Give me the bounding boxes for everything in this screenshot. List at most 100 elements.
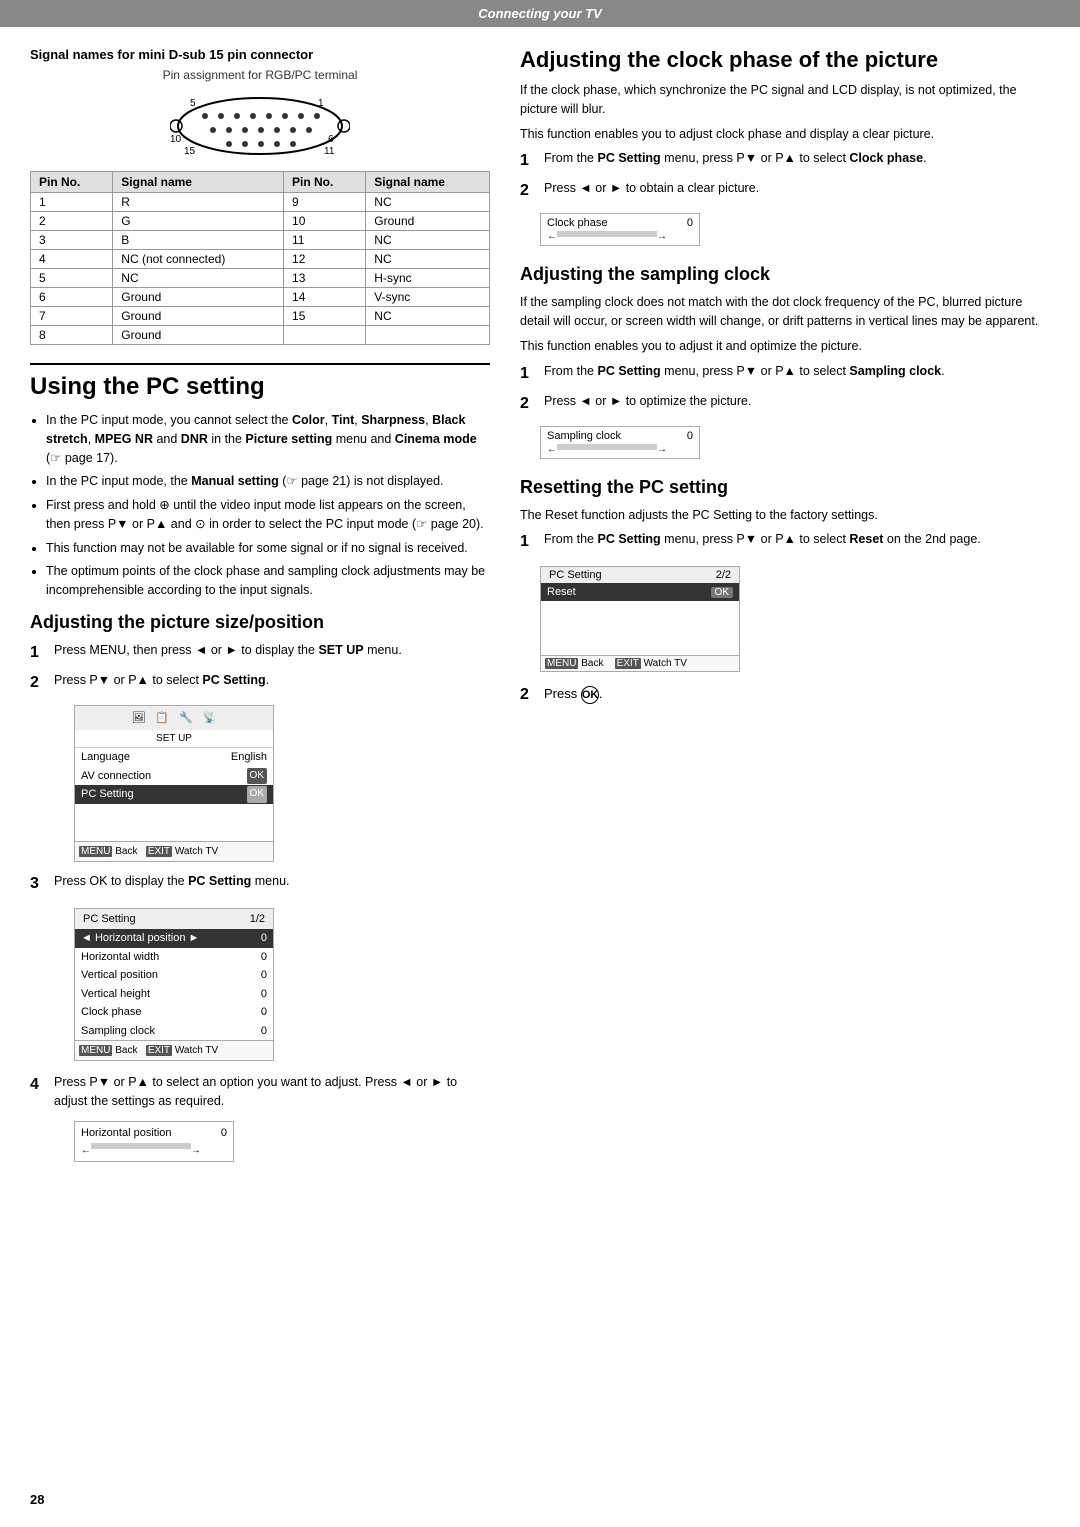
pin-assignment-label: Pin assignment for RGB/PC terminal [30, 68, 490, 82]
header-bar: Connecting your TV [0, 0, 1080, 27]
clock-phase-body2: This function enables you to adjust cloc… [520, 125, 1050, 144]
pc-setting-screen: PC Setting1/2 ◄ Horizontal position ►0 H… [74, 908, 274, 1062]
reset-screen-empty3 [541, 637, 739, 655]
page: Connecting your TV Signal names for mini… [0, 0, 1080, 1527]
step-text: From the PC Setting menu, press P▼ or P▲… [544, 530, 981, 554]
pin-table-cell: Ground [113, 288, 284, 307]
pin-table: Pin No. Signal name Pin No. Signal name … [30, 171, 490, 345]
sampling-clock-bar-label: Sampling clock 0 [547, 430, 693, 442]
setup-icon-row: 🖼 📋 🔧 📡 [75, 706, 273, 731]
pin-table-cell: 10 [284, 212, 366, 231]
pc-setting-screen-container: PC Setting1/2 ◄ Horizontal position ►0 H… [54, 902, 490, 1068]
pc-row-vheight: Vertical height0 [75, 985, 273, 1004]
reset-screen-title: PC Setting [549, 569, 602, 581]
pin-table-cell: NC [366, 193, 490, 212]
pin-table-cell: 5 [31, 269, 113, 288]
reset-screen-empty1 [541, 601, 739, 619]
pin-table-cell: NC [366, 231, 490, 250]
reset-pc-screen: PC Setting 2/2 Reset OK MENU Back EXIT W… [540, 566, 740, 672]
sampling-clock-body1: If the sampling clock does not match wit… [520, 293, 1050, 331]
pc-row-clock: Clock phase0 [75, 1003, 273, 1022]
pc-row-vpos: Vertical position0 [75, 966, 273, 985]
adjust-picture-heading: Adjusting the picture size/position [30, 612, 490, 633]
pin-table-cell: Ground [113, 326, 284, 345]
reset-footer-menu: MENU Back [545, 658, 603, 669]
clock-phase-bar-screen: Clock phase 0 ← → [540, 213, 700, 246]
pin-table-cell: 13 [284, 269, 366, 288]
pin-table-cell: 11 [284, 231, 366, 250]
step-num: 1 [520, 362, 536, 386]
reset-step2-text: Press OK. [544, 686, 1050, 704]
hpos-bar-screen: Horizontal position 0 ← → [74, 1121, 234, 1163]
bullet-item: First press and hold ⊕ until the video i… [46, 496, 490, 534]
svg-text:15: 15 [184, 146, 196, 157]
pin-table-cell: 15 [284, 307, 366, 326]
right-column: Adjusting the clock phase of the picture… [520, 47, 1050, 1172]
clock-phase-bar-arrows: ← → [547, 231, 667, 242]
step-num: 1 [520, 149, 536, 173]
ok-circle-icon: OK [581, 686, 599, 704]
col-header-signal2: Signal name [366, 172, 490, 193]
clock-phase-bar-track [557, 231, 657, 237]
setup-screen-container: 🖼 📋 🔧 📡 SET UP LanguageEnglish AV connec… [54, 701, 490, 866]
svg-text:6: 6 [328, 134, 334, 145]
pin-table-cell: NC (not connected) [113, 250, 284, 269]
step-num: 2 [520, 179, 536, 203]
step-number: 2 [30, 671, 46, 695]
reset-screen-empty2 [541, 619, 739, 637]
step-text: From the PC Setting menu, press P▼ or P▲… [544, 362, 945, 386]
setup-row-av: AV connectionOK [75, 767, 273, 786]
signal-section-title: Signal names for mini D-sub 15 pin conne… [30, 47, 490, 62]
step-text: From the PC Setting menu, press P▼ or P▲… [544, 149, 927, 173]
step-item: 1Press MENU, then press ◄ or ► to displa… [30, 641, 490, 665]
step-text: Press ◄ or ► to optimize the picture. [544, 392, 751, 416]
step-item: 1 From the PC Setting menu, press P▼ or P… [520, 530, 1050, 554]
step-text: Press OK to display the PC Setting menu. [54, 872, 490, 896]
col-header-signal1: Signal name [113, 172, 284, 193]
using-pc-heading: Using the PC setting [30, 373, 490, 401]
step-text: Press ◄ or ► to obtain a clear picture. [544, 179, 759, 203]
sampling-clock-heading: Adjusting the sampling clock [520, 264, 1050, 285]
svg-text:5: 5 [190, 98, 196, 109]
connector-diagram: 5 1 [30, 88, 490, 161]
step-item: 2 Press ◄ or ► to optimize the picture. [520, 392, 1050, 416]
pin-table-cell: 14 [284, 288, 366, 307]
setup-screen: 🖼 📋 🔧 📡 SET UP LanguageEnglish AV connec… [74, 705, 274, 862]
step-item: 2 Press ◄ or ► to obtain a clear picture. [520, 179, 1050, 203]
pin-table-cell: 9 [284, 193, 366, 212]
content-area: Signal names for mini D-sub 15 pin conne… [0, 27, 1080, 1192]
setup-row-language: LanguageEnglish [75, 748, 273, 767]
step-num: 2 [520, 392, 536, 416]
pc-setting-title-bar: PC Setting1/2 [75, 909, 273, 930]
reset-screen-page: 2/2 [716, 569, 731, 581]
setup-screen-footer: MENU Back EXIT Watch TV [75, 841, 273, 861]
step-text: Press P▼ or P▲ to select an option you w… [54, 1073, 490, 1111]
pin-table-cell: NC [366, 307, 490, 326]
sampling-clock-bar-arrows: ← → [547, 444, 667, 455]
sampling-clock-steps: 1 From the PC Setting menu, press P▼ or P… [520, 362, 1050, 416]
step-number: 3 [30, 872, 46, 896]
reset-steps: 1 From the PC Setting menu, press P▼ or P… [520, 530, 1050, 554]
pin-table-cell: Ground [366, 212, 490, 231]
svg-text:1: 1 [318, 98, 324, 109]
pin-table-cell: 4 [31, 250, 113, 269]
bullet-item: In the PC input mode, you cannot select … [46, 411, 490, 467]
pin-table-cell: 2 [31, 212, 113, 231]
bullet-item: In the PC input mode, the Manual setting… [46, 472, 490, 491]
pin-table-cell [284, 326, 366, 345]
icon4: 📡 [203, 710, 217, 727]
step-item: 3 Press OK to display the PC Setting menu… [30, 872, 490, 896]
page-number: 28 [30, 1492, 44, 1507]
using-pc-bullets: In the PC input mode, you cannot select … [46, 411, 490, 600]
connector-svg: 5 1 [170, 88, 350, 158]
bullet-item: The optimum points of the clock phase an… [46, 562, 490, 600]
step-num: 1 [520, 530, 536, 554]
reset-footer-exit: EXIT Watch TV [615, 658, 687, 669]
reset-body1: The Reset function adjusts the PC Settin… [520, 506, 1050, 525]
header-title: Connecting your TV [478, 6, 602, 21]
clock-phase-steps: 1 From the PC Setting menu, press P▼ or P… [520, 149, 1050, 203]
sampling-clock-bar-screen: Sampling clock 0 ← → [540, 426, 700, 459]
pin-table-cell: 7 [31, 307, 113, 326]
clock-phase-body1: If the clock phase, which synchronize th… [520, 81, 1050, 119]
pin-table-cell: R [113, 193, 284, 212]
